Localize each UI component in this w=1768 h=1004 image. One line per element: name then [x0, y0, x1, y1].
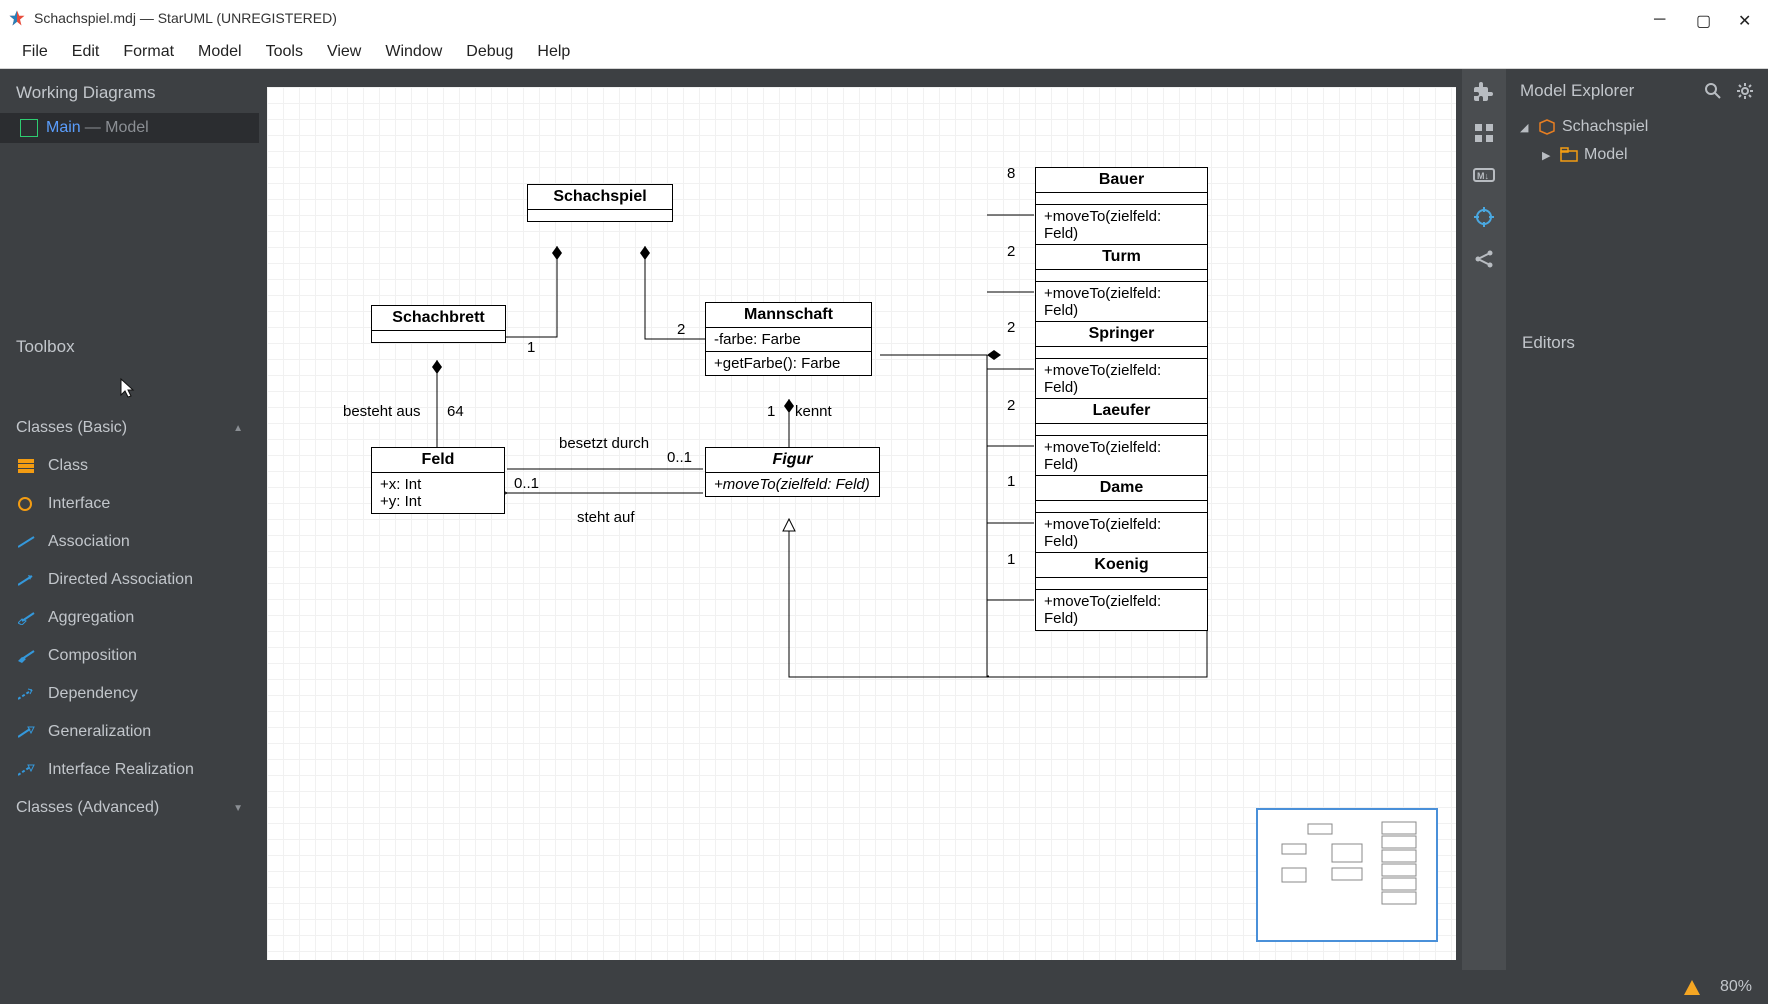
generalization-icon — [18, 725, 36, 739]
menu-debug[interactable]: Debug — [456, 39, 523, 65]
zoom-level[interactable]: 80% — [1720, 978, 1752, 996]
model-folder-icon — [1560, 147, 1578, 163]
mult-2c: 2 — [1007, 397, 1015, 414]
right-toolbar: M↓ — [1462, 69, 1506, 970]
class-dame[interactable]: Dame +moveTo(zielfeld: Feld) — [1035, 475, 1208, 554]
mult-2: 2 — [677, 321, 685, 338]
dependency-icon — [18, 687, 36, 701]
app-logo-icon — [8, 9, 26, 27]
tool-composition[interactable]: Composition — [0, 637, 259, 675]
editors-header: Editors — [1506, 319, 1768, 363]
tree-item-model[interactable]: ▶ Model — [1506, 141, 1768, 169]
class-schachbrett[interactable]: Schachbrett — [371, 305, 506, 343]
menu-model[interactable]: Model — [188, 39, 252, 65]
mult-1a: 1 — [1007, 473, 1015, 490]
minimize-button[interactable]: ─ — [1654, 11, 1668, 25]
mult-01b: 0..1 — [667, 449, 692, 466]
composition-icon — [18, 649, 36, 663]
association-icon — [18, 535, 36, 549]
model-explorer-header: Model Explorer — [1520, 81, 1634, 101]
toolbox-selection-cursor[interactable] — [0, 367, 259, 409]
class-mannschaft[interactable]: Mannschaft -farbe: Farbe +getFarbe(): Fa… — [705, 302, 872, 376]
assoc-steht-auf: steht auf — [577, 509, 635, 526]
tool-interface-realization[interactable]: Interface Realization — [0, 751, 259, 789]
mult-8: 8 — [1007, 165, 1015, 182]
toolbox-header: Toolbox — [0, 323, 259, 367]
window-title: Schachspiel.mdj — StarUML (UNREGISTERED) — [34, 10, 1654, 26]
aggregation-icon — [18, 611, 36, 625]
warning-icon[interactable] — [1684, 980, 1700, 995]
tool-interface[interactable]: Interface — [0, 485, 259, 523]
interface-icon — [18, 497, 36, 511]
left-panel: Working Diagrams Main — Model Toolbox Cl… — [0, 69, 259, 970]
diagram-icon — [20, 119, 38, 137]
maximize-button[interactable]: ▢ — [1696, 11, 1710, 25]
tree-item-root[interactable]: ◢ Schachspiel — [1506, 113, 1768, 141]
mult-1b: 1 — [1007, 551, 1015, 568]
collapsed-arrow-icon: ▶ — [1542, 149, 1554, 162]
grid-icon[interactable] — [1472, 121, 1496, 145]
expand-icon: ▼ — [233, 803, 243, 814]
menu-view[interactable]: View — [317, 39, 371, 65]
right-panel: Model Explorer ◢ Schachspiel ▶ Model Edi… — [1506, 69, 1768, 970]
collapse-icon: ▲ — [233, 423, 243, 434]
class-feld[interactable]: Feld +x: Int+y: Int — [371, 447, 505, 514]
mult-1-figur: 1 — [767, 403, 775, 420]
diagram-name: Main — [46, 119, 81, 137]
cursor-icon — [118, 377, 136, 399]
markdown-icon[interactable]: M↓ — [1472, 163, 1496, 187]
class-icon — [18, 459, 36, 473]
tool-aggregation[interactable]: Aggregation — [0, 599, 259, 637]
minimap-preview-icon — [1258, 810, 1436, 940]
assoc-besteht-aus: besteht aus — [343, 403, 421, 420]
close-button[interactable]: ✕ — [1738, 11, 1752, 25]
class-laeufer[interactable]: Laeufer +moveTo(zielfeld: Feld) — [1035, 398, 1208, 477]
canvas-area: Schachspiel Schachbrett Feld +x: Int+y: … — [259, 69, 1462, 970]
menu-edit[interactable]: Edit — [62, 39, 110, 65]
tool-class[interactable]: Class — [0, 447, 259, 485]
interface-realization-icon — [18, 763, 36, 777]
tool-association[interactable]: Association — [0, 523, 259, 561]
target-icon[interactable] — [1472, 205, 1496, 229]
mult-1: 1 — [527, 339, 535, 356]
menu-window[interactable]: Window — [375, 39, 452, 65]
expand-arrow-icon: ◢ — [1520, 121, 1532, 134]
menu-tools[interactable]: Tools — [256, 39, 313, 65]
class-schachspiel[interactable]: Schachspiel — [527, 184, 673, 222]
mult-01a: 0..1 — [514, 475, 539, 492]
menu-file[interactable]: File — [12, 39, 58, 65]
gear-icon[interactable] — [1736, 82, 1754, 100]
diagram-item-main[interactable]: Main — Model — [0, 113, 259, 143]
class-figur[interactable]: Figur +moveTo(zielfeld: Feld) — [705, 447, 880, 497]
assoc-kennt: kennt — [795, 403, 832, 420]
diagram-model-suffix: — Model — [85, 119, 149, 137]
svg-text:M↓: M↓ — [1477, 171, 1489, 181]
diagram-canvas[interactable]: Schachspiel Schachbrett Feld +x: Int+y: … — [267, 87, 1456, 960]
menu-help[interactable]: Help — [527, 39, 580, 65]
package-icon — [1538, 119, 1556, 135]
statusbar: 80% — [0, 970, 1768, 1004]
menubar: File Edit Format Model Tools View Window… — [0, 35, 1768, 69]
share-icon[interactable] — [1472, 247, 1496, 271]
toolbox-section-classes-advanced[interactable]: Classes (Advanced) ▼ — [0, 789, 259, 827]
class-turm[interactable]: Turm +moveTo(zielfeld: Feld) — [1035, 244, 1208, 323]
menu-format[interactable]: Format — [113, 39, 184, 65]
assoc-besetzt-durch: besetzt durch — [559, 435, 649, 452]
mult-2a: 2 — [1007, 243, 1015, 260]
class-koenig[interactable]: Koenig +moveTo(zielfeld: Feld) — [1035, 552, 1208, 631]
class-springer[interactable]: Springer +moveTo(zielfeld: Feld) — [1035, 321, 1208, 400]
extension-icon[interactable] — [1472, 79, 1496, 103]
tool-generalization[interactable]: Generalization — [0, 713, 259, 751]
class-bauer[interactable]: Bauer +moveTo(zielfeld: Feld) — [1035, 167, 1208, 246]
mult-64: 64 — [447, 403, 464, 420]
titlebar: Schachspiel.mdj — StarUML (UNREGISTERED)… — [0, 0, 1768, 35]
working-diagrams-header: Working Diagrams — [0, 69, 259, 113]
mult-2b: 2 — [1007, 319, 1015, 336]
tool-dependency[interactable]: Dependency — [0, 675, 259, 713]
tool-directed-association[interactable]: Directed Association — [0, 561, 259, 599]
search-icon[interactable] — [1704, 82, 1722, 100]
toolbox-section-classes-basic[interactable]: Classes (Basic) ▲ — [0, 409, 259, 447]
directed-association-icon — [18, 573, 36, 587]
minimap[interactable] — [1256, 808, 1438, 942]
